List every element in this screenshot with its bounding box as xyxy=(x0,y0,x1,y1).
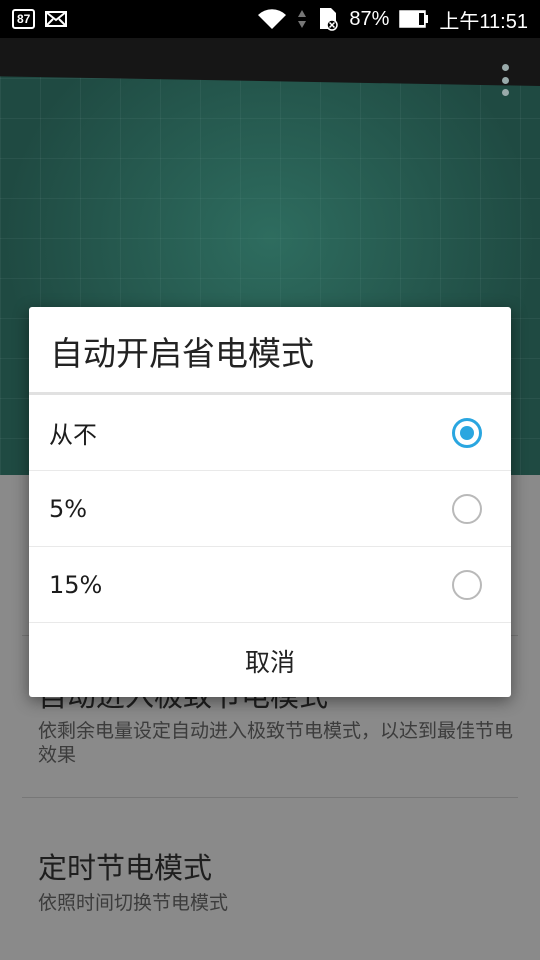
auto-power-saving-dialog: 自动开启省电模式 从不 5% 15% 取消 xyxy=(29,307,511,697)
radio-unselected-icon[interactable] xyxy=(452,569,482,600)
option-5-percent[interactable]: 5% xyxy=(29,471,511,547)
option-label: 5% xyxy=(49,494,88,523)
option-label: 15% xyxy=(49,570,103,599)
radio-unselected-icon[interactable] xyxy=(452,493,482,524)
dialog-title: 自动开启省电模式 xyxy=(29,307,511,395)
option-never[interactable]: 从不 xyxy=(29,395,511,471)
cancel-button[interactable]: 取消 xyxy=(29,623,511,697)
radio-selected-icon[interactable] xyxy=(452,417,482,448)
option-15-percent[interactable]: 15% xyxy=(29,547,511,623)
option-label: 从不 xyxy=(49,421,97,449)
